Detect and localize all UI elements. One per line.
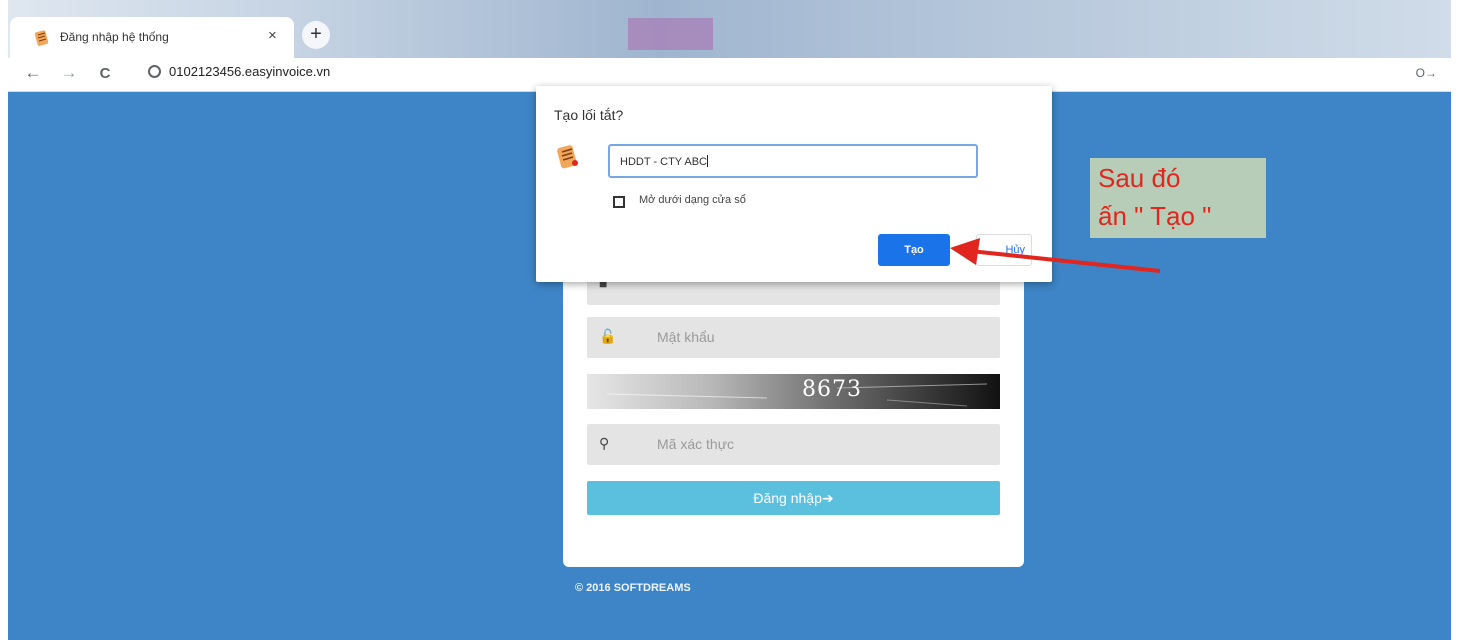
- annotation-arrow: [950, 238, 1161, 273]
- browser-window: Đăng nhập hệ thống × + ← → C 0102123456.…: [8, 0, 1451, 640]
